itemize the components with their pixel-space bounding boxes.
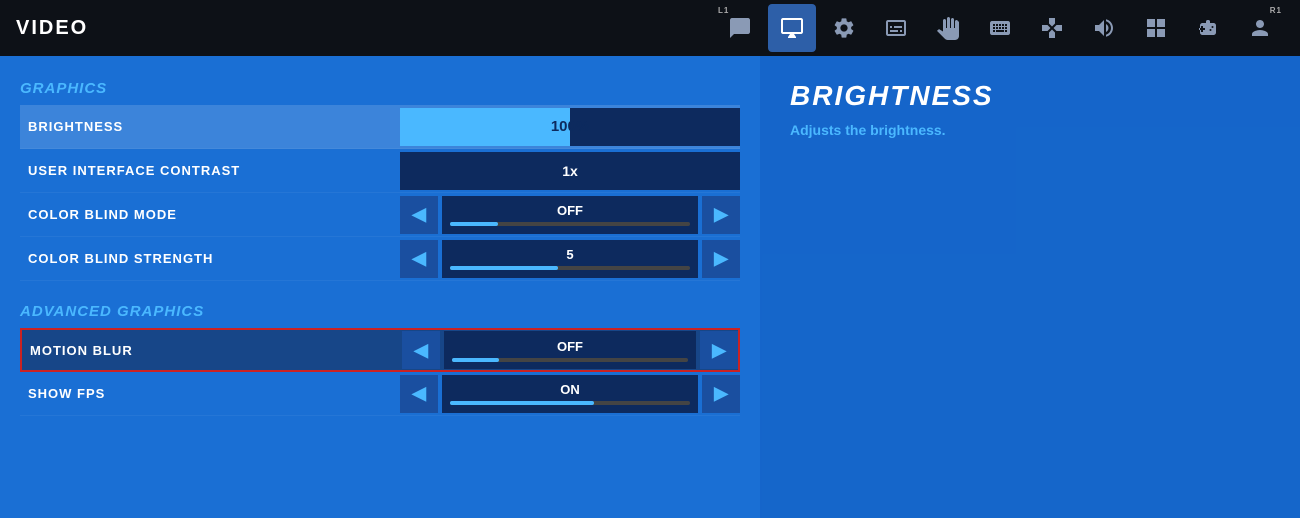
color-blind-strength-value: 5 bbox=[566, 247, 573, 262]
keyboard-icon bbox=[988, 16, 1012, 40]
nav-icon-gear[interactable] bbox=[820, 4, 868, 52]
page-title: VIDEO bbox=[16, 17, 88, 40]
show-fps-control: ◀ ON ▶ bbox=[400, 375, 740, 413]
color-blind-strength-track bbox=[450, 266, 690, 270]
ui-contrast-row: USER INTERFACE CONTRAST 1x bbox=[20, 149, 740, 193]
color-blind-strength-row: COLOR BLIND STRENGTH ◀ 5 ▶ bbox=[20, 237, 740, 281]
brightness-bar[interactable]: 100% bbox=[400, 108, 740, 146]
color-blind-strength-fill bbox=[450, 266, 558, 270]
motion-blur-slider: OFF bbox=[444, 331, 696, 369]
color-blind-strength-slider: 5 bbox=[442, 240, 698, 278]
color-blind-mode-value: OFF bbox=[557, 203, 583, 218]
nav-icon-person[interactable]: R1 bbox=[1236, 4, 1284, 52]
color-blind-mode-fill bbox=[450, 222, 498, 226]
left-panel: GRAPHICS BRIGHTNESS 100% USER INTERFACE … bbox=[0, 56, 760, 518]
motion-blur-control: ◀ OFF ▶ bbox=[402, 331, 738, 369]
main-content: GRAPHICS BRIGHTNESS 100% USER INTERFACE … bbox=[0, 56, 1300, 518]
motion-blur-left-arrow[interactable]: ◀ bbox=[402, 331, 440, 369]
color-blind-strength-left-arrow[interactable]: ◀ bbox=[400, 240, 438, 278]
show-fps-slider: ON bbox=[442, 375, 698, 413]
nav-icon-controller2[interactable] bbox=[1184, 4, 1232, 52]
color-blind-mode-control: ◀ OFF ▶ bbox=[400, 196, 740, 234]
gamepad-icon bbox=[1040, 16, 1064, 40]
color-blind-mode-slider: OFF bbox=[442, 196, 698, 234]
brightness-row: BRIGHTNESS 100% bbox=[20, 105, 740, 149]
motion-blur-fill bbox=[452, 358, 499, 362]
ui-contrast-label: USER INTERFACE CONTRAST bbox=[20, 163, 400, 178]
motion-blur-row: MOTION BLUR ◀ OFF ▶ bbox=[20, 328, 740, 372]
show-fps-row: SHOW FPS ◀ ON ▶ bbox=[20, 372, 740, 416]
color-blind-strength-right-arrow[interactable]: ▶ bbox=[702, 240, 740, 278]
nav-icon-keyboard[interactable] bbox=[976, 4, 1024, 52]
motion-blur-label: MOTION BLUR bbox=[22, 343, 402, 358]
ui-contrast-control: 1x bbox=[400, 152, 740, 190]
detail-description: Adjusts the brightness. bbox=[790, 122, 1270, 138]
show-fps-fill bbox=[450, 401, 594, 405]
color-blind-strength-label: COLOR BLIND STRENGTH bbox=[20, 251, 400, 266]
brightness-control: 100% bbox=[400, 108, 740, 146]
nav-icon-chat[interactable]: L1 bbox=[716, 4, 764, 52]
grid-icon bbox=[1144, 16, 1168, 40]
nav-icon-gamepad[interactable] bbox=[1028, 4, 1076, 52]
l1-badge: L1 bbox=[718, 6, 729, 15]
show-fps-left-arrow[interactable]: ◀ bbox=[400, 375, 438, 413]
right-panel: BRIGHTNESS Adjusts the brightness. bbox=[760, 56, 1300, 518]
show-fps-value: ON bbox=[560, 382, 580, 397]
speaker-icon bbox=[1092, 16, 1116, 40]
nav-icon-display[interactable] bbox=[768, 4, 816, 52]
color-blind-strength-control: ◀ 5 ▶ bbox=[400, 240, 740, 278]
chat-icon bbox=[728, 16, 752, 40]
top-bar: VIDEO L1 bbox=[0, 0, 1300, 56]
color-blind-mode-right-arrow[interactable]: ▶ bbox=[702, 196, 740, 234]
motion-blur-track bbox=[452, 358, 688, 362]
r1-badge: R1 bbox=[1270, 6, 1282, 15]
gear-icon bbox=[832, 16, 856, 40]
ui-contrast-value[interactable]: 1x bbox=[400, 152, 740, 190]
controller2-icon bbox=[1196, 16, 1220, 40]
section-title-advanced: ADVANCED GRAPHICS bbox=[20, 303, 740, 320]
section-graphics: GRAPHICS BRIGHTNESS 100% USER INTERFACE … bbox=[20, 80, 740, 281]
motion-blur-right-arrow[interactable]: ▶ bbox=[700, 331, 738, 369]
color-blind-mode-label: COLOR BLIND MODE bbox=[20, 207, 400, 222]
show-fps-label: SHOW FPS bbox=[20, 386, 400, 401]
brightness-value: 100% bbox=[400, 118, 740, 135]
section-title-graphics: GRAPHICS bbox=[20, 80, 740, 97]
hand-icon bbox=[936, 16, 960, 40]
person-icon bbox=[1248, 16, 1272, 40]
detail-title: BRIGHTNESS bbox=[790, 80, 1270, 112]
color-blind-mode-track bbox=[450, 222, 690, 226]
brightness-label: BRIGHTNESS bbox=[20, 119, 400, 134]
section-advanced-graphics: ADVANCED GRAPHICS MOTION BLUR ◀ OFF ▶ bbox=[20, 303, 740, 416]
color-blind-mode-left-arrow[interactable]: ◀ bbox=[400, 196, 438, 234]
color-blind-mode-row: COLOR BLIND MODE ◀ OFF ▶ bbox=[20, 193, 740, 237]
nav-icon-grid[interactable] bbox=[1132, 4, 1180, 52]
nav-icons: L1 R1 bbox=[716, 4, 1284, 52]
motion-blur-value: OFF bbox=[557, 339, 583, 354]
nav-icon-subtitles[interactable] bbox=[872, 4, 920, 52]
subtitles-icon bbox=[884, 16, 908, 40]
nav-icon-speaker[interactable] bbox=[1080, 4, 1128, 52]
show-fps-track bbox=[450, 401, 690, 405]
nav-icon-hand[interactable] bbox=[924, 4, 972, 52]
display-icon bbox=[780, 16, 804, 40]
show-fps-right-arrow[interactable]: ▶ bbox=[702, 375, 740, 413]
